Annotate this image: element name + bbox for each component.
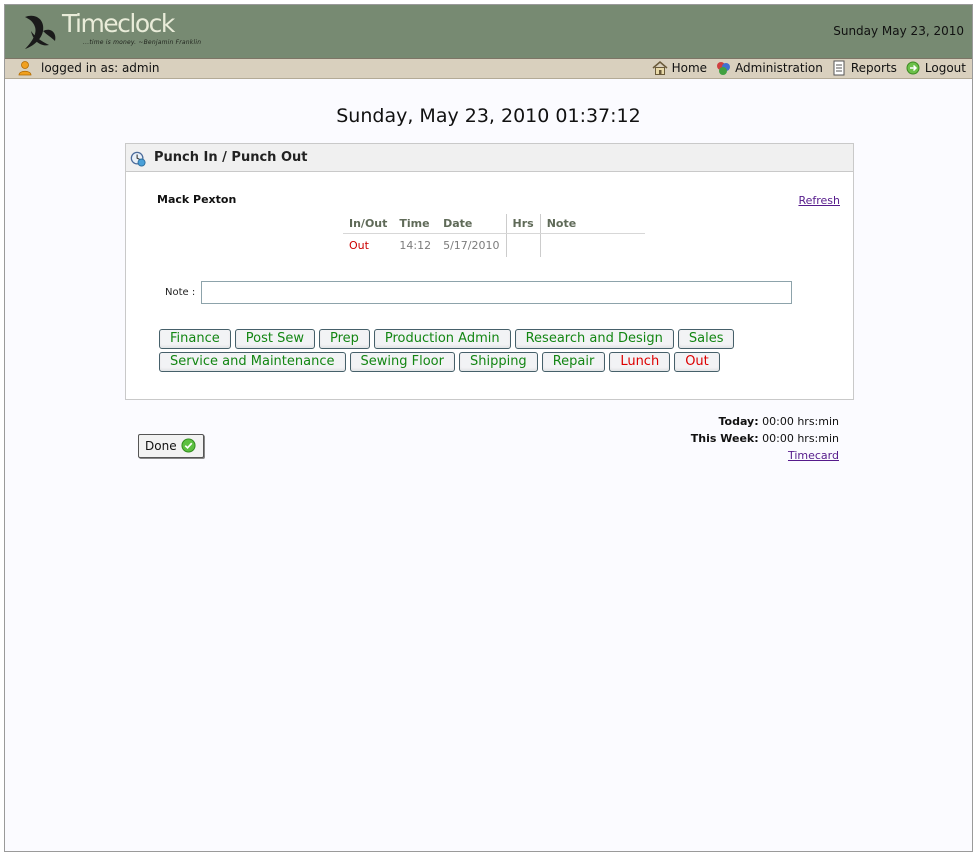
nav-administration[interactable]: Administration [715, 60, 823, 76]
sewing-floor-button[interactable]: Sewing Floor [349, 352, 455, 372]
nav-administration-label: Administration [735, 61, 823, 75]
clock-icon [130, 150, 146, 167]
app-tagline: ...time is money. ~Benjamin Franklin [83, 39, 202, 46]
done-button[interactable]: Done [138, 434, 204, 458]
app-frame: Timeclock ...time is money. ~Benjamin Fr… [4, 4, 973, 852]
cell-in-out: Out [349, 239, 369, 252]
punch-panel: Punch In / Punch Out Mack Pexton Refresh… [125, 143, 854, 400]
nav-home-label: Home [671, 61, 708, 75]
week-total: This Week: 00:00 hrs:min [691, 430, 839, 447]
lunch-button[interactable]: Lunch [609, 352, 671, 372]
top-nav: Home Administration Reports Logout [652, 60, 966, 76]
col-time: Time [393, 214, 438, 234]
sales-button[interactable]: Sales [677, 329, 735, 349]
panel-header: Punch In / Punch Out [126, 144, 853, 172]
checkmark-icon [181, 438, 197, 454]
logged-in-user: logged in as: admin [17, 60, 160, 76]
nav-home[interactable]: Home [652, 60, 707, 76]
panel-title: Punch In / Punch Out [154, 150, 308, 165]
table-header-row: In/Out Time Date Hrs Note [343, 214, 645, 234]
note-label: Note : [165, 287, 196, 298]
header-bar: Timeclock ...time is money. ~Benjamin Fr… [5, 5, 972, 58]
nav-logout-label: Logout [924, 61, 966, 75]
timeclock-logo-icon [21, 11, 61, 57]
user-icon [17, 60, 33, 76]
cell-hrs [505, 233, 541, 257]
repair-button[interactable]: Repair [541, 352, 606, 372]
task-button-row-2: Service and Maintenance Sewing Floor Shi… [159, 352, 759, 372]
task-button-row-1: Finance Post Sew Prep Production Admin R… [159, 329, 759, 349]
time-totals: Today: 00:00 hrs:min This Week: 00:00 hr… [691, 413, 839, 464]
logged-in-label: logged in as: admin [41, 61, 160, 75]
nav-reports[interactable]: Reports [831, 60, 897, 76]
header-date: Sunday May 23, 2010 [833, 24, 964, 38]
today-total: Today: 00:00 hrs:min [691, 413, 839, 430]
post-sew-button[interactable]: Post Sew [234, 329, 315, 349]
table-row: Out 14:12 5/17/2010 [343, 233, 645, 257]
administration-icon [715, 60, 731, 76]
production-admin-button[interactable]: Production Admin [373, 329, 511, 349]
research-and-design-button[interactable]: Research and Design [514, 329, 674, 349]
col-hrs: Hrs [505, 214, 541, 234]
home-icon [652, 60, 668, 76]
col-note: Note [539, 214, 645, 234]
nav-reports-label: Reports [850, 61, 897, 75]
task-buttons: Finance Post Sew Prep Production Admin R… [159, 329, 759, 375]
status-bar: logged in as: admin Home Administration … [5, 58, 972, 79]
punch-history-table: In/Out Time Date Hrs Note Out 14:12 5/17… [343, 214, 645, 257]
col-in-out: In/Out [343, 214, 394, 234]
note-input[interactable] [201, 281, 792, 304]
logout-icon [905, 60, 921, 76]
week-label: This Week: [690, 432, 759, 445]
prep-button[interactable]: Prep [318, 329, 370, 349]
cell-date: 5/17/2010 [443, 239, 500, 252]
cell-note [539, 233, 645, 257]
today-label: Today: [718, 415, 759, 428]
service-and-maintenance-button[interactable]: Service and Maintenance [159, 352, 346, 372]
finance-button[interactable]: Finance [159, 329, 231, 349]
week-value: 00:00 hrs:min [762, 432, 839, 445]
employee-name: Mack Pexton [157, 193, 237, 206]
app-logo-text: Timeclock [62, 9, 175, 38]
nav-logout[interactable]: Logout [905, 60, 966, 76]
out-button[interactable]: Out [674, 352, 720, 372]
reports-icon [831, 60, 847, 76]
today-value: 00:00 hrs:min [762, 415, 839, 428]
col-date: Date [437, 214, 506, 234]
cell-time: 14:12 [399, 239, 432, 252]
shipping-button[interactable]: Shipping [458, 352, 538, 372]
done-label: Done [145, 439, 177, 453]
current-datetime: Sunday, May 23, 2010 01:37:12 [336, 105, 641, 127]
timecard-link[interactable]: Timecard [788, 449, 839, 462]
refresh-link[interactable]: Refresh [798, 194, 840, 207]
